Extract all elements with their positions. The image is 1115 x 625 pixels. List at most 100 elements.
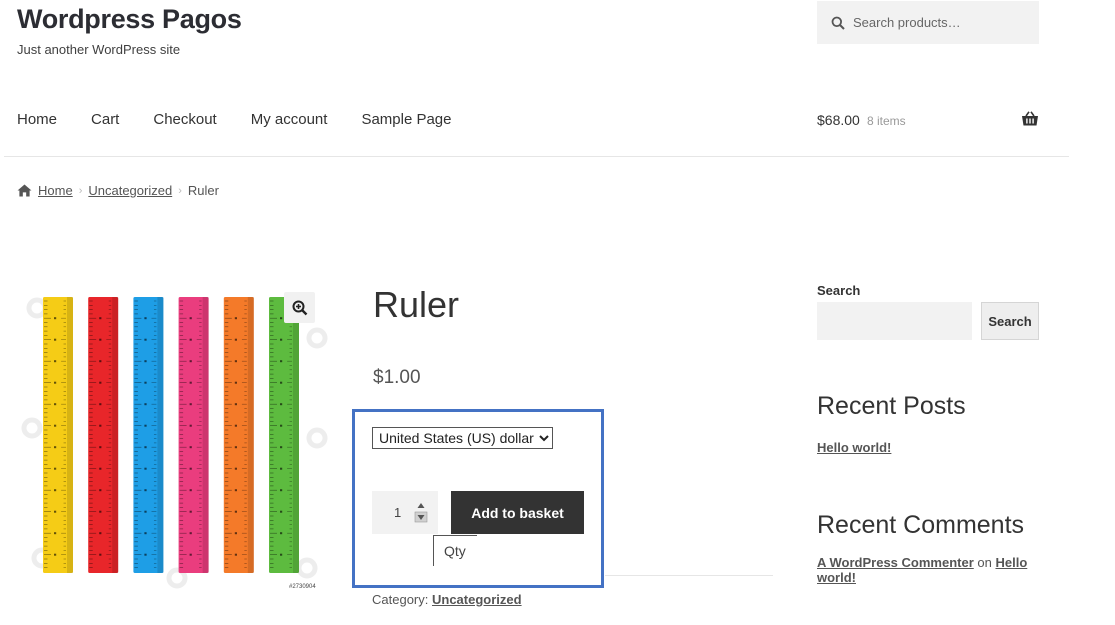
- ruler-number-mark: [99, 532, 102, 535]
- ruler-number-mark: [54, 360, 57, 363]
- ruler-number-mark: [144, 553, 147, 556]
- recent-comment: A WordPress Commenter on Hello world!: [817, 555, 1042, 585]
- ruler-number-mark: [54, 338, 57, 341]
- ruler-number-mark: [280, 403, 283, 406]
- ruler-number-mark: [280, 553, 283, 556]
- ruler-number-mark: [99, 317, 102, 320]
- breadcrumb-category[interactable]: Uncategorized: [88, 183, 172, 198]
- ruler-number-mark: [280, 489, 283, 492]
- comment-author-link[interactable]: A WordPress Commenter: [817, 555, 974, 570]
- ruler-number-mark: [234, 467, 237, 470]
- nav-checkout[interactable]: Checkout: [153, 111, 216, 128]
- ruler-number-mark: [234, 553, 237, 556]
- ruler-number-mark: [280, 446, 283, 449]
- ruler-number-mark: [99, 467, 102, 470]
- nav-home[interactable]: Home: [17, 111, 57, 128]
- ruler-number-mark: [54, 403, 57, 406]
- ruler-number-mark: [234, 403, 237, 406]
- recent-posts-title: Recent Posts: [817, 392, 966, 420]
- search-products-input[interactable]: [851, 14, 1035, 31]
- watermark-mark: [296, 557, 318, 579]
- ruler-number-mark: [280, 360, 283, 363]
- ruler-number-mark: [144, 317, 147, 320]
- nav-sample-page[interactable]: Sample Page: [361, 111, 451, 128]
- ruler-number-mark: [280, 467, 283, 470]
- ruler-number-mark: [144, 360, 147, 363]
- ruler-number-mark: [54, 381, 57, 384]
- ruler-number-mark: [189, 360, 192, 363]
- recent-post-link[interactable]: Hello world!: [817, 440, 891, 455]
- breadcrumb-home[interactable]: Home: [38, 183, 73, 198]
- basket-icon[interactable]: [1021, 111, 1039, 127]
- product-title: Ruler: [373, 284, 460, 325]
- sidebar-search-button[interactable]: Search: [981, 302, 1039, 340]
- ruler-number-mark: [144, 338, 147, 341]
- ruler-number-mark: [280, 317, 283, 320]
- breadcrumb-current: Ruler: [187, 183, 219, 198]
- ruler-number-mark: [234, 446, 237, 449]
- nav-my-account[interactable]: My account: [251, 111, 328, 128]
- site-description: Just another WordPress site: [17, 42, 181, 57]
- product-category: Category: Uncategorized: [372, 592, 522, 607]
- ruler-number-mark: [144, 510, 147, 513]
- ruler-number-mark: [54, 553, 57, 556]
- ruler-number-mark: [189, 489, 192, 492]
- ruler-number-mark: [234, 532, 237, 535]
- product-image[interactable]: #2730904: [17, 278, 329, 593]
- cart-amount[interactable]: $68.00: [817, 112, 860, 128]
- ruler-number-mark: [234, 381, 237, 384]
- category-link[interactable]: Uncategorized: [432, 592, 522, 607]
- ruler-number-mark: [54, 424, 57, 427]
- ruler-number-mark: [234, 338, 237, 341]
- ruler-number-mark: [54, 510, 57, 513]
- ruler-number-mark: [189, 510, 192, 513]
- sidebar-search-input[interactable]: [817, 302, 972, 340]
- ruler-edge: [157, 297, 164, 573]
- ruler-number-mark: [234, 360, 237, 363]
- search-icon: [831, 16, 845, 30]
- ruler-number-mark: [144, 446, 147, 449]
- ruler-number-mark: [280, 381, 283, 384]
- ruler-number-mark: [54, 317, 57, 320]
- ruler-edge: [67, 297, 73, 573]
- ruler-number-mark: [54, 489, 57, 492]
- ruler-number-mark: [99, 424, 102, 427]
- watermark-mark: [306, 427, 328, 449]
- home-icon: [17, 184, 32, 197]
- nav-cart[interactable]: Cart: [91, 111, 119, 128]
- product-meta-divider: [605, 575, 773, 576]
- primary-nav: Home Cart Checkout My account Sample Pag…: [17, 111, 486, 128]
- cart-item-count[interactable]: 8 items: [867, 114, 906, 128]
- ruler-number-mark: [99, 381, 102, 384]
- ruler-number-mark: [54, 532, 57, 535]
- ruler-number-mark: [189, 446, 192, 449]
- ruler-number-mark: [189, 403, 192, 406]
- ruler-number-mark: [99, 553, 102, 556]
- site-title[interactable]: Wordpress Pagos: [17, 4, 242, 35]
- comment-on-text: on: [977, 555, 992, 570]
- ruler-number-mark: [99, 403, 102, 406]
- ruler-number-mark: [280, 510, 283, 513]
- zoom-button[interactable]: [284, 292, 315, 323]
- ruler-number-mark: [189, 467, 192, 470]
- category-label: Category:: [372, 592, 429, 607]
- highlight-box: [352, 409, 604, 588]
- ruler-number-mark: [280, 338, 283, 341]
- ruler-number-mark: [280, 532, 283, 535]
- ruler-number-mark: [144, 424, 147, 427]
- ruler-number-mark: [234, 510, 237, 513]
- ruler-number-mark: [144, 532, 147, 535]
- ruler-number-mark: [189, 317, 192, 320]
- image-stock-code: #2730904: [289, 584, 316, 590]
- breadcrumb-separator: ›: [78, 184, 83, 197]
- ruler-number-mark: [144, 403, 147, 406]
- ruler-number-mark: [280, 424, 283, 427]
- watermark-mark: [306, 327, 328, 349]
- header-search[interactable]: [817, 1, 1039, 44]
- recent-comments-title: Recent Comments: [817, 511, 1025, 539]
- breadcrumb-separator: ›: [178, 184, 182, 197]
- ruler-number-mark: [54, 467, 57, 470]
- ruler-edge: [247, 297, 254, 573]
- header-divider: [4, 156, 1069, 157]
- ruler-number-mark: [99, 360, 102, 363]
